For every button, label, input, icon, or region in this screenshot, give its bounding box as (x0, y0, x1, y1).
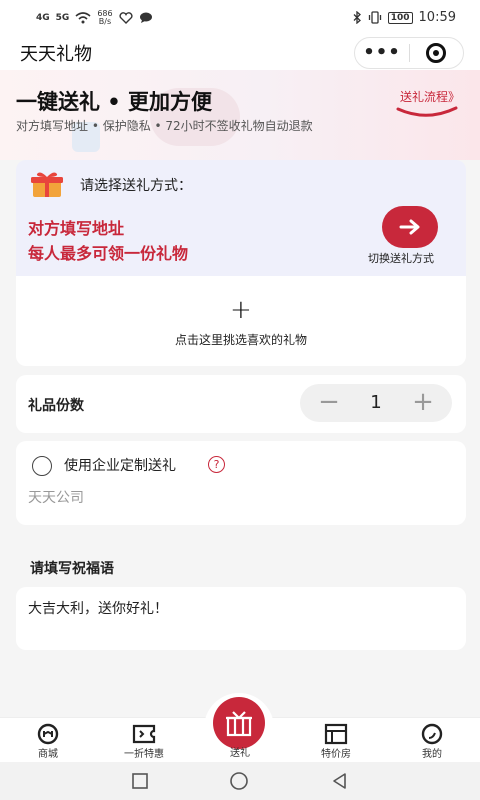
system-nav-bar (0, 762, 480, 800)
gift-mode-card: 请选择送礼方式： 对方填写地址 每人最多可领一份礼物 切换送礼方式 (16, 160, 466, 276)
decrement-button[interactable]: − (304, 384, 354, 422)
blessing-text[interactable]: 大吉大利，送你好礼！ (28, 598, 168, 618)
arrow-right-icon (399, 219, 420, 235)
banner-headline: 一键送礼 • 更加方便 (16, 90, 213, 114)
enterprise-radio[interactable] (32, 456, 52, 476)
chat-icon (139, 12, 152, 23)
tab-label: 送礼 (230, 748, 250, 759)
target-close-icon (426, 43, 447, 63)
blessing-field[interactable]: 大吉大利，送你好礼！ (16, 587, 466, 650)
tab-label: 商城 (38, 749, 58, 760)
blessing-heading: 请填写祝福语 (30, 561, 114, 577)
swoosh-decoration (396, 106, 458, 117)
switch-mode-label[interactable]: 切换送礼方式 (368, 250, 434, 266)
tab-label: 一折特惠 (124, 749, 164, 760)
gift-box-icon (31, 172, 63, 197)
enterprise-label[interactable]: 使用企业定制送礼 (64, 455, 176, 475)
mall-icon (37, 723, 59, 745)
plus-icon: + (230, 295, 252, 325)
status-left: 4G 5G 686 B/s (36, 10, 153, 26)
tab-special-house[interactable]: 特价房 (288, 718, 384, 763)
gift-mode-prompt: 请选择送礼方式： (80, 178, 192, 194)
company-name: 天天公司 (28, 490, 84, 506)
clock: 10:59 (418, 10, 456, 25)
bluetooth-icon (353, 11, 361, 24)
close-button[interactable] (410, 43, 463, 63)
tab-profile[interactable]: 我的 (384, 718, 480, 763)
recent-apps-icon[interactable] (130, 771, 150, 791)
mini-program-capsule: ••• (354, 37, 464, 69)
gift-picker[interactable]: + 点击这里挑选喜欢的礼物 (16, 276, 466, 366)
quantity-value[interactable]: 1 (350, 384, 402, 422)
signal-5g-icon: 5G (55, 13, 70, 23)
quantity-row: 礼品份数 − 1 + (16, 375, 466, 433)
status-right: 100 10:59 (353, 10, 456, 25)
coupon-icon (132, 724, 156, 744)
wifi-icon (75, 12, 91, 24)
title-bar: 天天礼物 ••• (0, 36, 480, 70)
switch-mode-button[interactable] (382, 206, 438, 248)
tab-discount[interactable]: 一折特惠 (96, 718, 192, 763)
gift-icon (226, 711, 252, 737)
gift-flow-link[interactable]: 送礼流程》 (400, 88, 460, 105)
promo-banner: 一键送礼 • 更加方便 对方填写地址 • 保护隐私 • 72小时不签收礼物自动退… (0, 70, 480, 160)
quantity-label: 礼品份数 (28, 398, 84, 414)
battery-icon: 100 (387, 11, 413, 24)
tab-label: 特价房 (321, 749, 351, 760)
enterprise-card: 使用企业定制送礼 ? 天天公司 (16, 441, 466, 525)
banner-subline: 对方填写地址 • 保护隐私 • 72小时不签收礼物自动退款 (16, 119, 313, 133)
signal-4g-icon: 4G (36, 13, 50, 23)
quantity-stepper: − 1 + (300, 384, 452, 422)
gift-mode-line1: 对方填写地址 (28, 219, 125, 238)
more-menu-button[interactable]: ••• (355, 38, 409, 68)
back-icon[interactable] (330, 771, 350, 791)
gift-picker-label: 点击这里挑选喜欢的礼物 (174, 333, 307, 347)
vibrate-icon (368, 11, 381, 24)
profile-icon (421, 723, 443, 745)
net-speed-unit: B/s (98, 17, 112, 26)
gift-tab-circle (213, 697, 265, 749)
tab-mall[interactable]: 商城 (0, 718, 96, 763)
gift-mode-line2: 每人最多可领一份礼物 (28, 244, 189, 263)
status-bar: 4G 5G 686 B/s 100 10:59 (0, 0, 480, 36)
tab-label: 我的 (422, 749, 442, 760)
heart-icon (119, 12, 133, 24)
net-speed: 686 B/s (97, 10, 112, 26)
page-title: 天天礼物 (20, 44, 92, 65)
house-icon (324, 723, 348, 745)
increment-button[interactable]: + (398, 384, 448, 422)
home-icon[interactable] (229, 771, 249, 791)
help-icon[interactable]: ? (208, 456, 225, 473)
